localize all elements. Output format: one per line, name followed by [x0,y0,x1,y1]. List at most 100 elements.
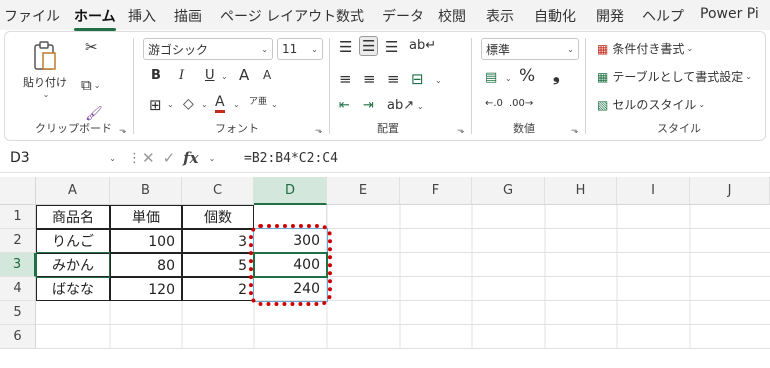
comma-button[interactable]: ❟ [553,66,560,86]
formula-input[interactable]: =B2:B4*C2:C4 [244,151,338,166]
increase-decimal-icon[interactable]: ←.0 [485,98,503,109]
tab-data[interactable]: データ [382,6,424,26]
font-size-value: 11 [282,42,298,56]
chevron-down-icon: ⌄ [686,44,694,53]
shrink-font-button[interactable]: A [263,68,271,82]
font-group-label: フォント [215,122,259,135]
align-center-icon[interactable]: ≡ [363,70,376,88]
tab-power-pivot[interactable]: Power Pi [700,6,759,22]
ribbon: 貼り付け ⌄ ✂ ⧉ ⌄ 🖌 クリップボード ⬎ 游ゴシック ⌄ 11 ⌄ B I… [4,31,766,141]
grow-font-button[interactable]: A [239,66,249,84]
chevron-down-icon: ⌄ [261,44,268,54]
divider [585,38,586,134]
column-header-h[interactable]: H [545,177,617,205]
chevron-down-icon: ⌄ [42,90,50,99]
dialog-launcher-icon[interactable]: ⬎ [457,126,465,136]
tab-review[interactable]: 校閲 [438,6,466,26]
phonetic-button[interactable]: ア亜 [249,98,267,107]
conditional-formatting-button[interactable]: ▦ 条件付き書式 ⌄ [597,40,693,57]
orientation-icon[interactable]: ab↗ [387,98,414,113]
borders-icon[interactable]: ⊞ [149,96,162,114]
fill-color-icon[interactable]: ◇ [183,96,194,112]
cancel-icon[interactable]: ✕ [142,149,155,167]
italic-button[interactable]: I [179,68,184,83]
conditional-formatting-icon: ▦ [597,41,609,56]
column-header-i[interactable]: I [617,177,690,205]
cell-styles-label: セルのスタイル [612,98,697,112]
chevron-down-icon[interactable]: ⌄ [221,72,228,81]
insert-function-icon[interactable]: fx [183,149,198,167]
cell-styles-button[interactable]: ▧ セルのスタイル ⌄ [597,96,705,113]
tab-draw[interactable]: 描画 [174,6,202,26]
number-format-value: 標準 [486,42,511,57]
column-header-a[interactable]: A [36,177,110,205]
align-bottom-icon[interactable]: ☰ [385,38,398,56]
accounting-format-icon[interactable]: ▤ [485,70,497,85]
gridlines [109,205,691,349]
format-as-table-button[interactable]: ▦ テーブルとして書式設定 ⌄ [597,68,752,85]
chevron-down-icon[interactable]: ⌄ [417,102,424,111]
font-name-select[interactable]: 游ゴシック ⌄ [143,38,273,60]
align-middle-icon[interactable]: ☰ [359,36,379,56]
tab-developer[interactable]: 開発 [596,6,624,26]
decrease-decimal-icon[interactable]: .00→ [509,98,533,109]
tab-insert[interactable]: 挿入 [128,6,156,26]
tab-file[interactable]: ファイル [4,6,60,26]
align-right-icon[interactable]: ≡ [387,70,400,88]
chevron-down-icon[interactable]: ⌄ [435,76,442,85]
tab-view[interactable]: 表示 [486,6,514,26]
number-format-select[interactable]: 標準 ⌄ [481,38,579,60]
dialog-launcher-icon[interactable]: ⬎ [119,126,127,136]
paste-button[interactable]: 貼り付け ⌄ [23,40,67,99]
chevron-down-icon[interactable]: ⌄ [167,100,174,109]
format-as-table-label: テーブルとして書式設定 [612,70,744,84]
wrap-text-icon[interactable]: ab↵ [409,38,436,53]
bold-button[interactable]: B [151,68,161,83]
column-header-d[interactable]: D [254,177,327,205]
decrease-indent-icon[interactable]: ⇤ [339,98,350,113]
formula-bar-separator: ⋮ [128,151,141,166]
copy-button[interactable]: ⧉ ⌄ [81,76,100,94]
formula-buttons: ✕ ✓ fx ⌄ [142,149,215,167]
font-color-button[interactable]: A [215,94,225,113]
enter-icon[interactable]: ✓ [163,149,176,167]
font-size-select[interactable]: 11 ⌄ [277,38,323,60]
format-as-table-icon: ▦ [597,69,609,84]
merge-center-icon[interactable]: ⊟ [411,70,424,88]
tab-automate[interactable]: 自動化 [534,6,576,26]
chevron-down-icon[interactable]: ⌄ [505,74,512,83]
column-header-g[interactable]: G [472,177,545,205]
clipboard-group-label: クリップボード [35,122,112,135]
increase-indent-icon[interactable]: ⇥ [363,98,374,113]
column-header-e[interactable]: E [327,177,400,205]
column-header-j[interactable]: J [690,177,770,205]
conditional-formatting-label: 条件付き書式 [612,42,685,56]
number-group-label: 数値 [513,122,535,135]
tab-formulas[interactable]: 数式 [336,6,364,26]
dialog-launcher-icon[interactable]: ⬎ [571,126,579,136]
select-all-corner[interactable] [0,177,36,205]
underline-button[interactable]: U [205,68,215,83]
align-left-icon[interactable]: ≡ [339,70,352,88]
percent-button[interactable]: % [519,66,535,86]
styles-group-label: スタイル [657,122,701,135]
cut-icon[interactable]: ✂ [85,38,98,56]
column-header-b[interactable]: B [110,177,182,205]
chevron-down-icon[interactable]: ⌄ [209,154,216,163]
tab-help[interactable]: ヘルプ [642,6,684,26]
copy-icon: ⧉ [81,76,92,94]
chevron-down-icon[interactable]: ⌄ [271,100,278,109]
chevron-down-icon[interactable]: ⌄ [201,100,208,109]
column-header-f[interactable]: F [400,177,472,205]
formula-bar: D3 ⌄ ⋮ ✕ ✓ fx ⌄ =B2:B4*C2:C4 [0,145,770,173]
chevron-down-icon: ⌄ [698,100,706,109]
column-header-c[interactable]: C [182,177,254,205]
align-top-icon[interactable]: ☰ [339,38,352,56]
tab-home[interactable]: ホーム [74,6,116,31]
chevron-down-icon[interactable]: ⌄ [233,100,240,109]
dialog-launcher-icon[interactable]: ⬎ [315,126,323,136]
cell-styles-icon: ▧ [597,97,609,112]
name-box[interactable]: D3 ⌄ [4,148,122,170]
tab-page-layout[interactable]: ページ レイアウト [220,6,336,26]
font-name-value: 游ゴシック [148,42,209,57]
